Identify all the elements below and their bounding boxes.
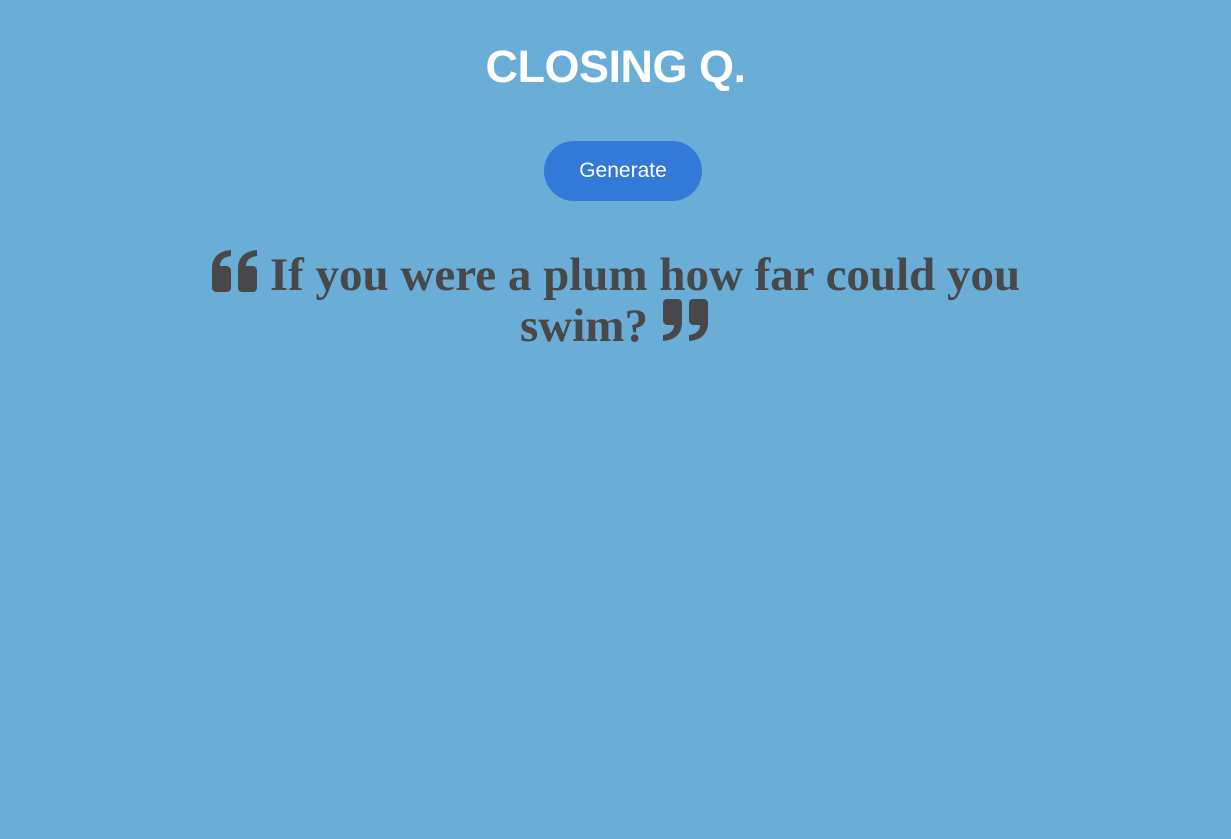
- app-root: CLOSING Q. Generate If you were a plum h…: [0, 0, 1231, 839]
- page-title: CLOSING Q.: [485, 41, 746, 92]
- quote-text: If you were a plum how far could you swi…: [269, 249, 1021, 352]
- quote-block: If you were a plum how far could you swi…: [180, 248, 1050, 350]
- generate-button[interactable]: Generate: [544, 141, 702, 201]
- quote-close-icon: [660, 299, 710, 343]
- quote-open-icon: [210, 248, 260, 292]
